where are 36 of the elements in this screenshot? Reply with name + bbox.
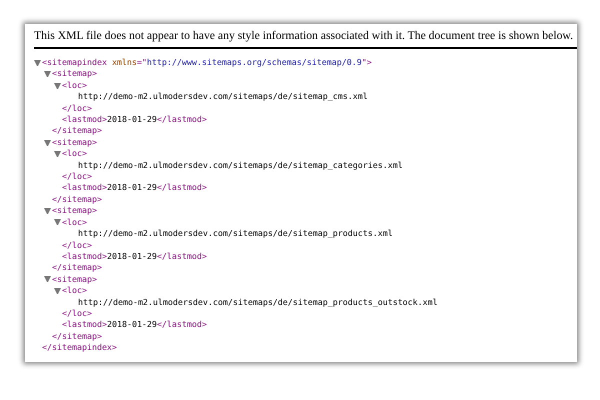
xml-line: </sitemapindex> xyxy=(42,342,117,354)
xml-line: <sitemap> xyxy=(52,68,97,80)
xml-line: <lastmod>2018-01-29</lastmod> xyxy=(62,114,207,126)
expand-toggle-icon[interactable] xyxy=(54,288,61,294)
xml-line: <lastmod>2018-01-29</lastmod> xyxy=(62,319,207,331)
xml-line: <sitemap> xyxy=(52,136,97,148)
xml-line: http://demo-m2.ulmodersdev.com/sitemaps/de/sitemap_cms.xml xyxy=(78,91,368,103)
xml-line: http://demo-m2.ulmodersdev.com/sitemaps/de/sitemap_products_outstock.xml xyxy=(78,296,438,308)
expand-toggle-icon[interactable] xyxy=(54,82,61,89)
xml-line: </sitemap> xyxy=(52,194,102,206)
expand-toggle-icon[interactable] xyxy=(44,140,51,146)
xml-line: <sitemap> xyxy=(52,274,97,286)
xml-line: http://demo-m2.ulmodersdev.com/sitemaps/de/sitemap_products.xml xyxy=(78,228,393,240)
xml-line: </loc> xyxy=(62,102,92,114)
xml-line: <loc> xyxy=(62,285,87,297)
xml-line: <loc> xyxy=(62,216,87,228)
xml-line: <loc> xyxy=(62,148,87,160)
expand-toggle-icon[interactable] xyxy=(44,276,51,282)
xml-line: <sitemapindex xmlns="http://www.sitemaps.org/schemas/sitemap/0.9"> xyxy=(42,57,372,68)
xml-line: </loc> xyxy=(62,171,92,182)
xml-line: http://demo-m2.ulmodersdev.com/sitemaps/de/sitemap_categories.xml xyxy=(78,160,403,172)
xml-line: </loc> xyxy=(62,240,92,251)
xml-line: </loc> xyxy=(62,308,92,320)
expand-toggle-icon[interactable] xyxy=(44,208,51,214)
xml-line: <sitemap> xyxy=(52,205,97,217)
xml-line: </sitemap> xyxy=(52,125,102,137)
expand-toggle-icon[interactable] xyxy=(34,60,41,66)
expand-toggle-icon[interactable] xyxy=(54,219,61,226)
xml-line: </sitemap> xyxy=(52,330,102,342)
xml-line: </sitemap> xyxy=(52,262,102,274)
xml-line: <lastmod>2018-01-29</lastmod> xyxy=(62,250,207,262)
notice-text: This XML file does not appear to have any style information associated with it. The document tree is shown below. xyxy=(34,28,574,44)
expand-toggle-icon[interactable] xyxy=(54,150,61,157)
xml-line: <lastmod>2018-01-29</lastmod> xyxy=(62,182,207,194)
expand-toggle-icon[interactable] xyxy=(44,71,51,78)
xml-line: <loc> xyxy=(62,80,87,92)
